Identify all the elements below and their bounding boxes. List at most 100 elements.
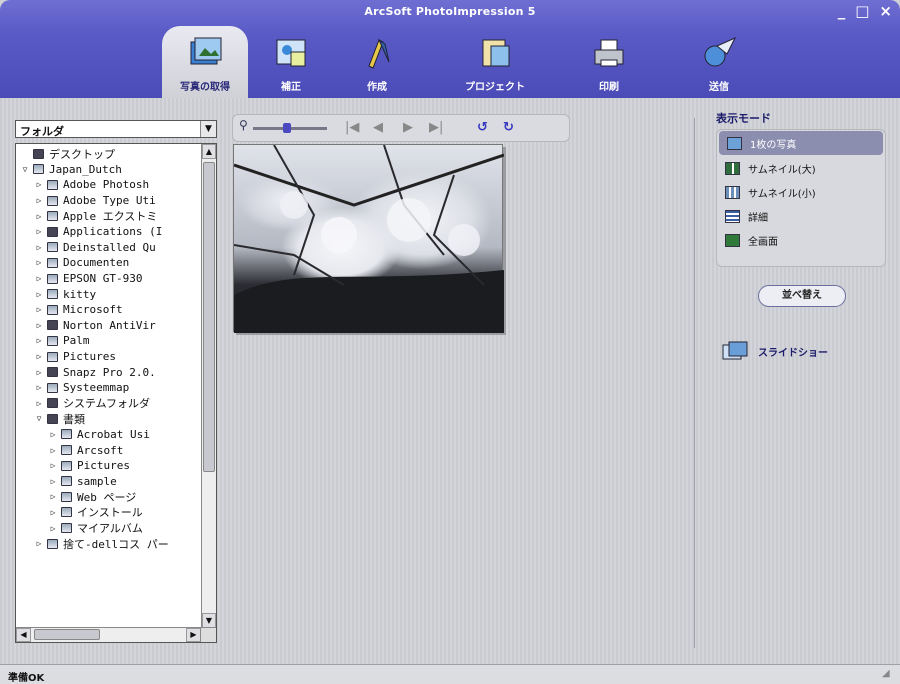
mode-fullscreen[interactable]: 全画面 xyxy=(717,228,885,252)
collapsed-arrow-icon[interactable]: ▷ xyxy=(34,321,44,330)
mode-thumbnail-large[interactable]: サムネイル(大) xyxy=(717,156,885,180)
tree-node-label: マイアルバム xyxy=(77,522,143,536)
mode-single-photo[interactable]: 1枚の写真 xyxy=(719,131,883,155)
close-button[interactable]: × xyxy=(879,2,892,20)
collapsed-arrow-icon[interactable]: ▷ xyxy=(34,258,44,267)
collapsed-arrow-icon[interactable]: ▷ xyxy=(34,290,44,299)
collapsed-arrow-icon[interactable]: ▷ xyxy=(34,383,44,392)
tree-node-label: Microsoft xyxy=(63,303,123,317)
collapsed-arrow-icon[interactable]: ▷ xyxy=(34,399,44,408)
tree-node[interactable]: ▷ Deinstalled Qu xyxy=(16,240,201,256)
rotate-left-button[interactable]: ↺ xyxy=(477,120,488,135)
tree-node[interactable]: ▷ 捨て-dellコス パー xyxy=(16,536,201,552)
prev-photo-button[interactable]: ◀ xyxy=(373,120,383,135)
last-photo-button[interactable]: ▶| xyxy=(429,120,443,135)
zoom-slider-handle[interactable] xyxy=(282,123,291,133)
tree-node[interactable]: ▷ Palm xyxy=(16,333,201,349)
tree-node[interactable]: ▷ Adobe Photosh xyxy=(16,177,201,193)
maximize-button[interactable]: □ xyxy=(855,2,869,20)
expanded-arrow-icon[interactable]: ▽ xyxy=(34,414,44,423)
folder-icon xyxy=(61,523,72,534)
tree-node[interactable]: ▷ EPSON GT-930 xyxy=(16,271,201,287)
folder-icon xyxy=(47,211,58,222)
tree-node[interactable]: ▷ Acrobat Usi xyxy=(16,427,201,443)
tree-node[interactable]: ▷ Snapz Pro 2.0. xyxy=(16,364,201,380)
tab-project[interactable]: プロジェクト xyxy=(452,26,538,98)
collapsed-arrow-icon[interactable]: ▷ xyxy=(34,227,44,236)
folder-dropdown-value: フォルダ xyxy=(20,125,64,138)
collapsed-arrow-icon[interactable]: ▷ xyxy=(34,352,44,361)
tab-label: 印刷 xyxy=(599,82,619,93)
horizontal-scrollbar[interactable]: ◀ ▶ xyxy=(16,627,201,642)
slideshow-button[interactable]: スライドショー xyxy=(722,340,828,362)
collapsed-arrow-icon[interactable]: ▷ xyxy=(34,368,44,377)
next-photo-button[interactable]: ▶ xyxy=(403,120,413,135)
tab-create[interactable]: 作成 xyxy=(334,26,420,98)
tree-node[interactable]: ▷ Web ページ xyxy=(16,489,201,505)
collapsed-arrow-icon[interactable]: ▷ xyxy=(34,336,44,345)
tree-node-label: Palm xyxy=(63,334,90,348)
resize-grip-icon[interactable]: ◢ xyxy=(882,668,894,680)
scroll-down-icon[interactable]: ▼ xyxy=(202,613,216,628)
tab-get-photo[interactable]: 写真の取得 xyxy=(162,26,248,98)
chevron-down-icon[interactable]: ▼ xyxy=(200,121,216,137)
first-photo-button[interactable]: |◀ xyxy=(345,120,359,135)
collapsed-arrow-icon[interactable]: ▷ xyxy=(34,243,44,252)
collapsed-arrow-icon[interactable]: ▷ xyxy=(34,196,44,205)
tree-node[interactable]: ▷ Documenten xyxy=(16,255,201,271)
tree-node[interactable]: ▷ Adobe Type Uti xyxy=(16,193,201,209)
folder-icon xyxy=(61,460,72,471)
folder-icon xyxy=(47,304,58,315)
tree-node[interactable]: ▷ Pictures xyxy=(16,349,201,365)
tree-node[interactable]: ▷ Norton AntiVir xyxy=(16,318,201,334)
tree-node[interactable]: ▷ sample xyxy=(16,473,201,489)
mode-thumbnail-small[interactable]: サムネイル(小) xyxy=(717,180,885,204)
photo-preview[interactable] xyxy=(233,144,504,333)
scroll-up-icon[interactable]: ▲ xyxy=(202,144,216,159)
collapsed-arrow-icon[interactable]: ▷ xyxy=(34,180,44,189)
tree-node[interactable]: ▷ Pictures xyxy=(16,458,201,474)
folder-icon xyxy=(47,382,58,393)
collapsed-arrow-icon[interactable]: ▷ xyxy=(34,539,44,548)
collapsed-arrow-icon[interactable]: ▷ xyxy=(48,524,58,533)
scroll-thumb[interactable] xyxy=(203,162,215,472)
tree-node-label: Web ページ xyxy=(77,490,137,504)
collapsed-arrow-icon[interactable]: ▷ xyxy=(34,305,44,314)
tree-node[interactable]: ▷ システムフォルダ xyxy=(16,396,201,412)
tree-node[interactable]: ▷ Microsoft xyxy=(16,302,201,318)
folder-special-icon xyxy=(47,320,58,331)
collapsed-arrow-icon[interactable]: ▷ xyxy=(48,446,58,455)
expanded-arrow-icon[interactable]: ▽ xyxy=(20,165,30,174)
tree-node[interactable]: ▷ インストール xyxy=(16,505,201,521)
collapsed-arrow-icon[interactable]: ▷ xyxy=(48,492,58,501)
tree-node[interactable]: ▷ kitty xyxy=(16,286,201,302)
folder-dropdown[interactable]: フォルダ ▼ xyxy=(15,120,217,138)
tree-node[interactable]: ▽ 書類 xyxy=(16,411,201,427)
collapsed-arrow-icon[interactable]: ▷ xyxy=(34,212,44,221)
tree-node[interactable]: ▷ Applications (I xyxy=(16,224,201,240)
tree-node[interactable]: ▷ Arcsoft xyxy=(16,442,201,458)
collapsed-arrow-icon[interactable]: ▷ xyxy=(48,508,58,517)
tree-node[interactable]: デスクトップ xyxy=(16,146,201,162)
tree-node[interactable]: ▽ Japan_Dutch xyxy=(16,162,201,178)
collapsed-arrow-icon[interactable]: ▷ xyxy=(48,477,58,486)
minimize-button[interactable]: _ xyxy=(838,2,846,20)
scroll-thumb[interactable] xyxy=(34,629,100,640)
collapsed-arrow-icon[interactable]: ▷ xyxy=(34,274,44,283)
tree-node[interactable]: ▷ Apple エクストミ xyxy=(16,208,201,224)
collapsed-arrow-icon[interactable]: ▷ xyxy=(48,461,58,470)
collapsed-arrow-icon[interactable]: ▷ xyxy=(48,430,58,439)
folder-icon xyxy=(61,429,72,440)
rotate-right-button[interactable]: ↻ xyxy=(503,120,514,135)
tab-edit[interactable]: 補正 xyxy=(248,26,334,98)
mode-details[interactable]: 詳細 xyxy=(717,204,885,228)
tree-node[interactable]: ▷ Systeemmap xyxy=(16,380,201,396)
tab-print[interactable]: 印刷 xyxy=(566,26,652,98)
sort-button[interactable]: 並べ替え xyxy=(758,285,846,307)
vertical-scrollbar[interactable]: ▲ ▼ xyxy=(201,144,216,628)
scroll-left-icon[interactable]: ◀ xyxy=(16,628,31,642)
tree-node[interactable]: ▷ マイアルバム xyxy=(16,520,201,536)
scroll-right-icon[interactable]: ▶ xyxy=(186,628,201,642)
send-icon xyxy=(704,36,737,67)
tab-send[interactable]: 送信 xyxy=(676,26,762,98)
